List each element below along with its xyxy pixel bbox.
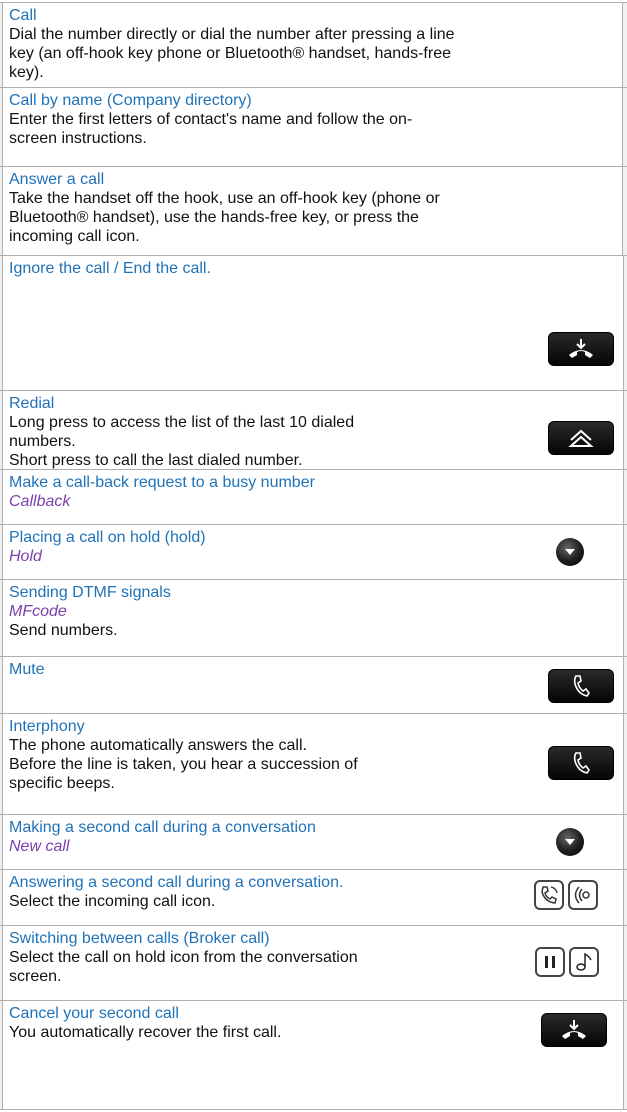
row-hold-text-cell: Placing a call on hold (hold) Hold <box>2 525 523 579</box>
row-desc-line: You automatically recover the first call… <box>9 1024 282 1041</box>
row-title: Answer a call <box>9 171 105 188</box>
row-answer-second-call-text-cell: Answering a second call during a convers… <box>2 870 523 925</box>
row-command: Callback <box>9 493 71 510</box>
row-command: MFcode <box>9 603 67 620</box>
row-desc-line: Bluetooth® handset), use the hands-free … <box>9 209 419 226</box>
row-call-text-cell: Call Dial the number directly or dial th… <box>2 3 623 87</box>
row-callback-icon-cell <box>522 470 624 524</box>
row-desc-line: specific beeps. <box>9 775 115 792</box>
navigator-key-icon[interactable] <box>556 538 584 566</box>
row-hold-icon-cell <box>522 525 624 579</box>
row-desc-line: The phone automatically answers the call… <box>9 737 307 754</box>
row-desc-line: incoming call icon. <box>9 228 140 245</box>
hang-up-key-icon[interactable] <box>548 332 614 366</box>
row-broker-call-text-cell: Switching between calls (Broker call) Se… <box>2 926 520 1000</box>
row-answer-call: Answer a call Take the handset off the h… <box>0 166 627 255</box>
row-title: Redial <box>9 395 55 412</box>
row-command: New call <box>9 838 70 855</box>
row-answer-call-text-cell: Answer a call Take the handset off the h… <box>2 167 623 255</box>
row-desc-line: key). <box>9 64 44 81</box>
row-new-call-text-cell: Making a second call during a conversati… <box>2 815 523 869</box>
redial-key-icon[interactable] <box>548 421 614 455</box>
interphony-key-icon[interactable] <box>548 746 614 780</box>
row-desc-line: Select the call on hold icon from the co… <box>9 949 358 966</box>
row-cancel-second-call: Cancel your second call You automaticall… <box>0 1000 627 1110</box>
row-callback: Make a call-back request to a busy numbe… <box>0 469 627 524</box>
row-mute-text-cell: Mute <box>2 657 523 713</box>
navigator-key-icon[interactable] <box>556 828 584 856</box>
row-end-call-icon-cell <box>522 256 624 390</box>
row-end-call: Ignore the call / End the call. <box>0 255 627 390</box>
row-title: Call <box>9 7 37 24</box>
row-desc-line: screen instructions. <box>9 130 147 147</box>
row-interphony-text-cell: Interphony The phone automatically answe… <box>2 714 523 814</box>
row-title: Cancel your second call <box>9 1005 179 1022</box>
row-desc-line: Take the handset off the hook, use an of… <box>9 190 440 207</box>
row-interphony-icon-cell <box>522 714 624 814</box>
row-hold: Placing a call on hold (hold) Hold <box>0 524 627 579</box>
row-new-call-icon-cell <box>522 815 624 869</box>
row-title: Mute <box>9 661 45 678</box>
row-cancel-second-call-text-cell: Cancel your second call You automaticall… <box>2 1001 520 1109</box>
row-interphony: Interphony The phone automatically answe… <box>0 713 627 814</box>
row-desc-line: numbers. <box>9 433 76 450</box>
row-desc-line: Enter the first letters of contact's nam… <box>9 111 413 128</box>
row-redial: Redial Long press to access the list of … <box>0 390 627 469</box>
row-redial-text-cell: Redial Long press to access the list of … <box>2 391 523 469</box>
row-mute-icon-cell <box>522 657 624 713</box>
row-title: Answering a second call during a convers… <box>9 874 344 891</box>
row-broker-call: Switching between calls (Broker call) Se… <box>0 925 627 1000</box>
row-dtmf-icon-cell <box>522 580 624 656</box>
row-cancel-second-call-icon-cell <box>519 1001 624 1109</box>
row-desc-line: Select the incoming call icon. <box>9 893 216 910</box>
row-title: Call by name (Company directory) <box>9 92 252 109</box>
mute-key-icon[interactable] <box>548 669 614 703</box>
row-desc-line: Send numbers. <box>9 622 118 639</box>
row-broker-call-icon-cell <box>519 926 624 1000</box>
row-dtmf-text-cell: Sending DTMF signals MFcode Send numbers… <box>2 580 523 656</box>
row-title: Ignore the call / End the call. <box>9 260 211 277</box>
row-end-call-text-cell: Ignore the call / End the call. <box>2 256 523 390</box>
row-title: Making a second call during a conversati… <box>9 819 316 836</box>
row-callback-text-cell: Make a call-back request to a busy numbe… <box>2 470 523 524</box>
row-mute: Mute <box>0 656 627 713</box>
row-redial-icon-cell <box>522 391 624 469</box>
row-dtmf: Sending DTMF signals MFcode Send numbers… <box>0 579 627 656</box>
row-desc-line: Short press to call the last dialed numb… <box>9 452 303 469</box>
feature-table: Call Dial the number directly or dial th… <box>0 2 627 1110</box>
row-title: Placing a call on hold (hold) <box>9 529 206 546</box>
row-call: Call Dial the number directly or dial th… <box>0 2 627 87</box>
incoming-call-handset-icon[interactable] <box>534 880 564 910</box>
row-answer-second-call-icon-cell <box>522 870 624 925</box>
row-desc-line: screen. <box>9 968 62 985</box>
incoming-call-ring-icon[interactable] <box>568 880 598 910</box>
row-new-call: Making a second call during a conversati… <box>0 814 627 869</box>
row-call-by-name: Call by name (Company directory) Enter t… <box>0 87 627 166</box>
row-desc-line: Before the line is taken, you hear a suc… <box>9 756 358 773</box>
music-on-hold-icon[interactable] <box>569 947 599 977</box>
row-desc-line: Dial the number directly or dial the num… <box>9 26 455 43</box>
row-title: Interphony <box>9 718 85 735</box>
row-title: Switching between calls (Broker call) <box>9 930 270 947</box>
row-desc-line: Long press to access the list of the las… <box>9 414 355 431</box>
row-title: Sending DTMF signals <box>9 584 171 601</box>
row-desc-line: key (an off-hook key phone or Bluetooth®… <box>9 45 451 62</box>
hang-up-key-icon[interactable] <box>541 1013 607 1047</box>
row-command: Hold <box>9 548 42 565</box>
row-answer-second-call: Answering a second call during a convers… <box>0 869 627 925</box>
row-title: Make a call-back request to a busy numbe… <box>9 474 315 491</box>
row-call-by-name-text-cell: Call by name (Company directory) Enter t… <box>2 88 623 166</box>
pause-icon[interactable] <box>535 947 565 977</box>
